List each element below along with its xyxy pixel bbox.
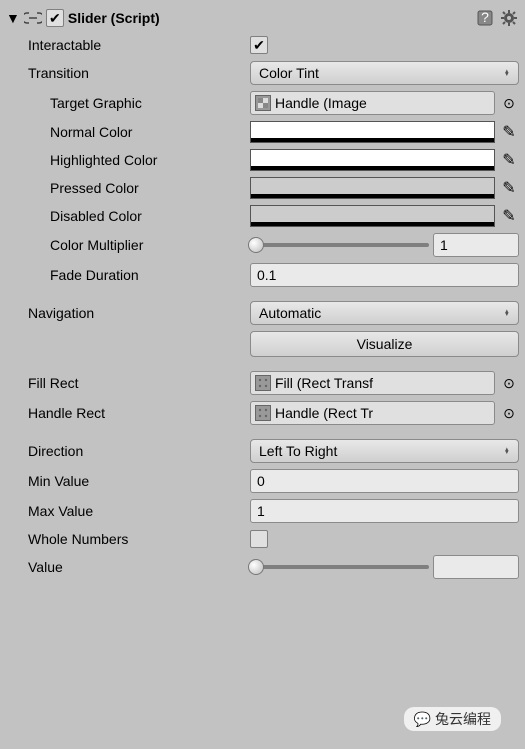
disabled-color-field[interactable] [250, 205, 495, 227]
slider-thumb[interactable] [248, 237, 264, 253]
transition-value: Color Tint [259, 65, 319, 81]
highlighted-color-field[interactable] [250, 149, 495, 171]
fill-rect-field[interactable]: Fill (Rect Transf [250, 371, 495, 395]
fill-rect-picker[interactable]: ⊙ [499, 375, 519, 392]
value-label: Value [6, 559, 250, 575]
fill-rect-value: Fill (Rect Transf [275, 375, 373, 391]
highlighted-color-eyedropper[interactable]: ✎ [499, 150, 519, 170]
fill-rect-label: Fill Rect [6, 375, 250, 391]
value-input[interactable] [433, 555, 519, 579]
color-multiplier-input[interactable]: 1 [433, 233, 519, 257]
value-slider[interactable] [250, 565, 429, 569]
pressed-color-field[interactable] [250, 177, 495, 199]
interactable-label: Interactable [6, 37, 250, 53]
settings-icon[interactable] [499, 8, 519, 28]
max-value-input[interactable]: 1 [250, 499, 519, 523]
normal-color-label: Normal Color [6, 124, 250, 140]
fade-duration-label: Fade Duration [6, 267, 250, 283]
normal-color-eyedropper[interactable]: ✎ [499, 122, 519, 142]
color-multiplier-label: Color Multiplier [6, 237, 250, 253]
svg-text:?: ? [481, 10, 489, 25]
slider-thumb[interactable] [248, 559, 264, 575]
navigation-label: Navigation [6, 305, 250, 321]
disabled-color-eyedropper[interactable]: ✎ [499, 206, 519, 226]
rect-thumb-icon [255, 405, 271, 421]
min-value-label: Min Value [6, 473, 250, 489]
direction-value: Left To Right [259, 443, 337, 459]
handle-rect-value: Handle (Rect Tr [275, 405, 373, 421]
whole-numbers-checkbox[interactable] [250, 530, 268, 548]
disabled-color-label: Disabled Color [6, 208, 250, 224]
help-icon[interactable]: ? [475, 8, 495, 28]
link-icon [24, 12, 42, 24]
target-graphic-value: Handle (Image [275, 95, 367, 111]
wechat-icon: 💬 [414, 711, 431, 728]
min-value-input[interactable]: 0 [250, 469, 519, 493]
navigation-dropdown[interactable]: Automatic [250, 301, 519, 325]
direction-label: Direction [6, 443, 250, 459]
watermark: 💬 兔云编程 [404, 707, 501, 731]
interactable-checkbox[interactable]: ✔ [250, 36, 268, 54]
target-graphic-picker[interactable]: ⊙ [499, 95, 519, 112]
handle-rect-picker[interactable]: ⊙ [499, 405, 519, 422]
rect-thumb-icon [255, 375, 271, 391]
component-title: Slider (Script) [68, 10, 471, 26]
pressed-color-eyedropper[interactable]: ✎ [499, 178, 519, 198]
target-graphic-field[interactable]: Handle (Image [250, 91, 495, 115]
handle-rect-field[interactable]: Handle (Rect Tr [250, 401, 495, 425]
color-multiplier-slider[interactable] [250, 243, 429, 247]
normal-color-field[interactable] [250, 121, 495, 143]
direction-dropdown[interactable]: Left To Right [250, 439, 519, 463]
whole-numbers-label: Whole Numbers [6, 531, 250, 547]
component-foldout[interactable]: ▼ [6, 10, 20, 26]
pressed-color-label: Pressed Color [6, 180, 250, 196]
component-enable-checkbox[interactable]: ✔ [46, 9, 64, 27]
handle-rect-label: Handle Rect [6, 405, 250, 421]
transition-dropdown[interactable]: Color Tint [250, 61, 519, 85]
max-value-label: Max Value [6, 503, 250, 519]
highlighted-color-label: Highlighted Color [6, 152, 250, 168]
target-graphic-label: Target Graphic [6, 95, 250, 111]
navigation-value: Automatic [259, 305, 321, 321]
transition-label: Transition [6, 65, 250, 81]
image-thumb-icon [255, 95, 271, 111]
fade-duration-input[interactable]: 0.1 [250, 263, 519, 287]
visualize-button[interactable]: Visualize [250, 331, 519, 357]
